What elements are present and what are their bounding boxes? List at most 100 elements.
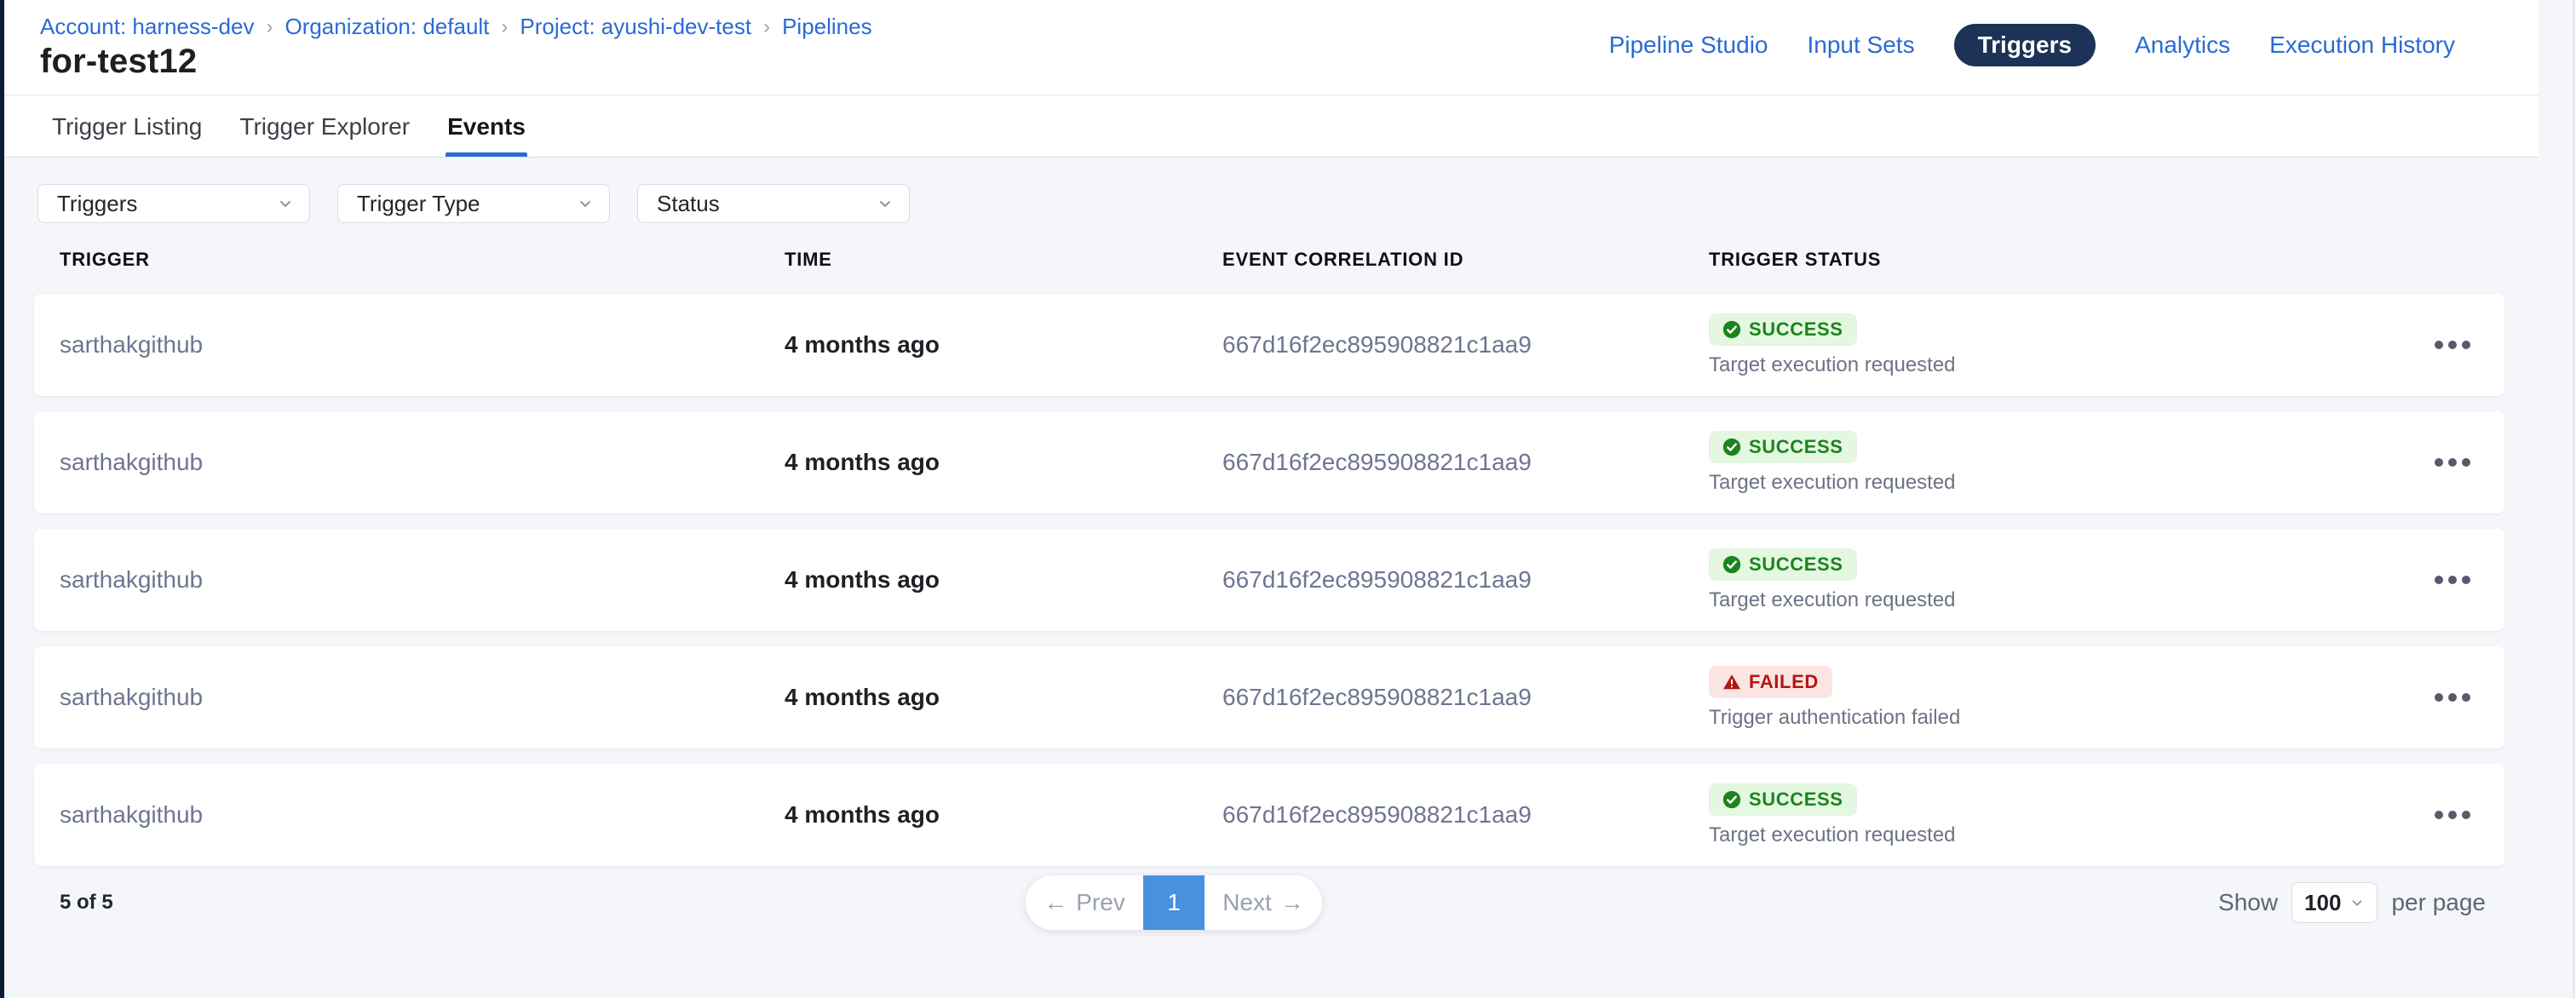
triggers-filter-dropdown[interactable]: Triggers [37,184,310,223]
status-badge: SUCCESS [1709,548,1857,581]
row-options-menu-button[interactable] [2426,802,2479,828]
events-tabbar: Trigger Listing Trigger Explorer Events [4,96,2539,158]
column-header-trigger: TRIGGER [60,249,785,271]
event-time: 4 months ago [785,449,1222,476]
check-circle-icon [1722,790,1741,809]
row-options-menu-button[interactable] [2426,567,2479,593]
pager: ← Prev 1 Next → [1026,875,1322,930]
trigger-name: sarthakgithub [60,449,785,476]
table-row: sarthakgithub 4 months ago 667d16f2ec895… [34,529,2504,631]
tab-events[interactable]: Events [446,96,527,157]
breadcrumb-separator-icon: › [763,15,770,39]
next-page-button[interactable]: Next → [1205,875,1322,930]
status-badge-label: SUCCESS [1749,553,1843,576]
breadcrumb: Account: harness-dev › Organization: defau… [40,14,872,40]
next-label: Next [1222,889,1272,916]
event-correlation-id: 667d16f2ec895908821c1aa9 [1222,801,1709,829]
breadcrumb-separator-icon: › [266,15,273,39]
status-detail: Target execution requested [1709,588,1956,612]
trigger-name: sarthakgithub [60,684,785,711]
trigger-status-cell: SUCCESS Target execution requested [1709,548,2385,612]
breadcrumb-separator-icon: › [501,15,508,39]
chevron-down-icon [277,195,294,212]
prev-label: Prev [1076,889,1125,916]
tab-trigger-explorer[interactable]: Trigger Explorer [238,96,411,157]
trigger-type-filter-label: Trigger Type [357,191,480,217]
pagination-summary: 5 of 5 [60,891,113,915]
filter-bar: Triggers Trigger Type Status [37,184,910,223]
event-correlation-id: 667d16f2ec895908821c1aa9 [1222,449,1709,476]
chevron-down-icon [2349,895,2365,910]
status-badge-label: FAILED [1749,671,1819,693]
breadcrumb-link-organization[interactable]: Organization: default [285,14,489,40]
arrow-right-icon: → [1280,889,1304,916]
status-badge: SUCCESS [1709,783,1857,816]
arrow-left-icon: ← [1044,889,1067,916]
status-filter-dropdown[interactable]: Status [637,184,910,223]
event-correlation-id: 667d16f2ec895908821c1aa9 [1222,684,1709,711]
chevron-down-icon [877,195,894,212]
status-badge-label: SUCCESS [1749,318,1843,341]
column-header-time: TIME [785,249,1222,271]
pipeline-top-nav: Pipeline Studio Input Sets Triggers Analyti… [1609,24,2455,66]
page-header: Account: harness-dev › Organization: defau… [4,0,2539,95]
row-options-menu-button[interactable] [2426,450,2479,475]
row-options-menu-button[interactable] [2426,685,2479,710]
status-detail: Target execution requested [1709,353,1956,377]
trigger-status-cell: SUCCESS Target execution requested [1709,431,2385,495]
table-row: sarthakgithub 4 months ago 667d16f2ec895… [34,646,2504,748]
event-time: 4 months ago [785,331,1222,358]
event-time: 4 months ago [785,801,1222,829]
trigger-status-cell: FAILED Trigger authentication failed [1709,666,2385,730]
per-page-label: per page [2391,889,2486,916]
status-detail: Target execution requested [1709,823,1956,847]
top-nav-triggers[interactable]: Triggers [1954,24,2096,66]
top-nav-analytics[interactable]: Analytics [2135,32,2230,59]
events-table-header: TRIGGERTIMEEVENT CORRELATION IDTRIGGER S… [34,243,2504,277]
breadcrumb-link-account[interactable]: Account: harness-dev [40,14,254,40]
table-row: sarthakgithub 4 months ago 667d16f2ec895… [34,294,2504,396]
status-detail: Trigger authentication failed [1709,706,1960,730]
status-detail: Target execution requested [1709,471,1956,495]
table-row: sarthakgithub 4 months ago 667d16f2ec895… [34,764,2504,866]
pagination-bar: 5 of 5 ← Prev 1 Next → Show 100 per page [34,875,2504,930]
check-circle-icon [1722,438,1741,456]
event-correlation-id: 667d16f2ec895908821c1aa9 [1222,566,1709,594]
column-header-trigger-status: TRIGGER STATUS [1709,249,2385,271]
prev-page-button[interactable]: ← Prev [1026,875,1143,930]
status-badge: SUCCESS [1709,313,1857,346]
check-circle-icon [1722,320,1741,339]
event-correlation-id: 667d16f2ec895908821c1aa9 [1222,331,1709,358]
status-badge: SUCCESS [1709,431,1857,463]
breadcrumb-link-pipelines[interactable]: Pipelines [782,14,872,40]
collapsed-sidebar-strip [0,0,4,998]
top-nav-input-sets[interactable]: Input Sets [1808,32,1915,59]
trigger-status-cell: SUCCESS Target execution requested [1709,783,2385,847]
event-time: 4 months ago [785,684,1222,711]
trigger-name: sarthakgithub [60,801,785,829]
top-nav-execution-history[interactable]: Execution History [2269,32,2455,59]
trigger-status-cell: SUCCESS Target execution requested [1709,313,2385,377]
page-size-select[interactable]: 100 [2291,882,2378,923]
event-time: 4 months ago [785,566,1222,594]
tab-trigger-listing[interactable]: Trigger Listing [50,96,204,157]
scrollbar-track [2573,0,2574,998]
page-size-value: 100 [2304,890,2341,916]
page-size-area: Show 100 per page [2218,882,2486,923]
show-label: Show [2218,889,2278,916]
events-table: sarthakgithub 4 months ago 667d16f2ec895… [34,294,2504,866]
trigger-name: sarthakgithub [60,566,785,594]
page-title: for-test12 [40,43,197,81]
status-filter-label: Status [657,191,720,217]
status-badge-label: SUCCESS [1749,436,1843,458]
column-header-event-correlation-id: EVENT CORRELATION ID [1222,249,1709,271]
row-options-menu-button[interactable] [2426,332,2479,358]
breadcrumb-link-project[interactable]: Project: ayushi-dev-test [520,14,751,40]
trigger-name: sarthakgithub [60,331,785,358]
page-number-button[interactable]: 1 [1143,875,1205,930]
top-nav-pipeline-studio[interactable]: Pipeline Studio [1609,32,1768,59]
status-badge-label: SUCCESS [1749,789,1843,811]
trigger-type-filter-dropdown[interactable]: Trigger Type [337,184,610,223]
triggers-filter-label: Triggers [57,191,137,217]
status-badge: FAILED [1709,666,1832,698]
